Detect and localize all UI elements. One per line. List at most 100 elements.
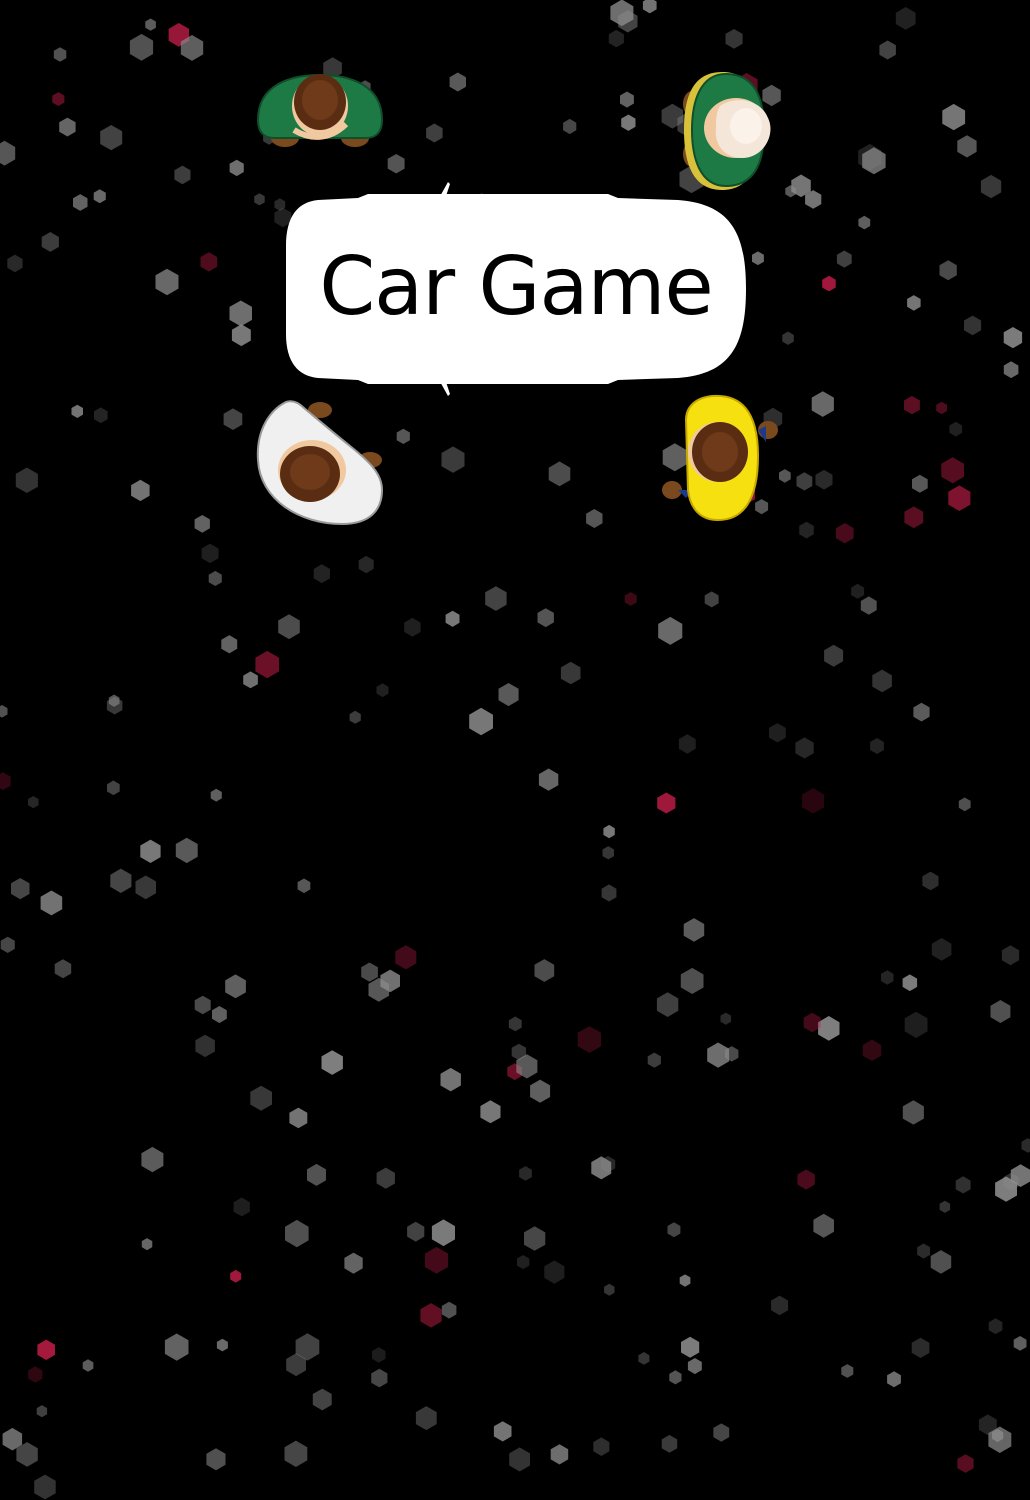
particle bbox=[799, 521, 814, 539]
particle bbox=[469, 707, 493, 736]
particle bbox=[307, 1163, 326, 1186]
particle bbox=[939, 1200, 951, 1213]
particle bbox=[0, 140, 16, 166]
particle bbox=[907, 295, 921, 311]
particle bbox=[229, 159, 244, 177]
particle bbox=[312, 1388, 332, 1411]
particle bbox=[135, 875, 156, 900]
particle bbox=[949, 421, 963, 437]
particle bbox=[376, 683, 389, 698]
particle bbox=[223, 408, 243, 430]
particle bbox=[862, 1039, 882, 1061]
particle bbox=[59, 117, 76, 137]
particle bbox=[509, 1447, 530, 1472]
particle bbox=[141, 1146, 164, 1173]
particle bbox=[449, 72, 466, 92]
particle bbox=[930, 1250, 952, 1274]
particle bbox=[313, 564, 330, 584]
particle bbox=[939, 260, 957, 281]
particle bbox=[818, 1016, 840, 1041]
particle bbox=[621, 114, 636, 131]
particle bbox=[221, 635, 238, 654]
particle bbox=[797, 1169, 815, 1190]
particle bbox=[548, 461, 571, 487]
particle bbox=[815, 469, 833, 490]
particle bbox=[912, 474, 928, 493]
particle bbox=[297, 878, 311, 894]
particle bbox=[813, 1213, 834, 1238]
particle bbox=[534, 959, 555, 982]
game-title: Car Game bbox=[319, 240, 713, 333]
particle bbox=[1013, 1336, 1027, 1351]
particle bbox=[836, 250, 852, 268]
particle bbox=[836, 523, 854, 544]
particle bbox=[936, 401, 947, 415]
particle bbox=[231, 324, 251, 347]
particle bbox=[881, 970, 894, 985]
particle bbox=[895, 7, 916, 30]
particle bbox=[647, 1052, 661, 1068]
particle bbox=[980, 174, 1002, 199]
particle bbox=[638, 1352, 650, 1365]
particle bbox=[371, 1368, 388, 1388]
particle bbox=[358, 555, 374, 574]
particle bbox=[361, 962, 378, 982]
particle bbox=[657, 792, 676, 814]
particle bbox=[344, 1252, 363, 1274]
particle bbox=[395, 945, 417, 970]
particle bbox=[841, 1364, 854, 1378]
particle bbox=[656, 992, 679, 1017]
particle bbox=[851, 583, 865, 599]
person-green-shirt-icon bbox=[256, 73, 384, 147]
particle bbox=[822, 275, 836, 292]
particle bbox=[289, 1107, 308, 1129]
particle bbox=[349, 710, 361, 724]
particle bbox=[955, 1176, 971, 1194]
particle bbox=[194, 995, 211, 1015]
particle bbox=[426, 123, 443, 143]
particle bbox=[537, 608, 554, 628]
person-yellow-shirt-icon bbox=[662, 394, 778, 522]
particle bbox=[1003, 327, 1023, 349]
particle bbox=[661, 1434, 678, 1453]
particle bbox=[680, 967, 704, 994]
particle bbox=[563, 118, 577, 135]
particle bbox=[538, 768, 559, 791]
particle bbox=[1003, 361, 1019, 379]
particle bbox=[407, 1221, 425, 1242]
particle bbox=[37, 1339, 55, 1360]
particle bbox=[769, 723, 786, 743]
particle bbox=[387, 154, 405, 174]
particle bbox=[404, 617, 421, 637]
particle bbox=[243, 671, 258, 689]
particle bbox=[858, 215, 871, 230]
particle bbox=[93, 189, 106, 204]
particle bbox=[208, 570, 222, 586]
particle bbox=[704, 591, 719, 608]
particle bbox=[560, 661, 581, 685]
person-white-shirt-icon bbox=[256, 400, 384, 526]
particle bbox=[604, 1283, 615, 1296]
particle bbox=[225, 974, 246, 999]
particle bbox=[658, 616, 683, 645]
particle bbox=[440, 1067, 461, 1092]
particle bbox=[7, 254, 23, 273]
particle bbox=[194, 515, 210, 533]
particle bbox=[524, 1226, 546, 1251]
particle bbox=[206, 1448, 226, 1471]
particle bbox=[707, 1042, 730, 1068]
particle bbox=[681, 1336, 700, 1358]
particle bbox=[795, 737, 814, 759]
particle bbox=[255, 650, 280, 679]
particle bbox=[200, 252, 218, 272]
particle bbox=[802, 788, 825, 814]
particle bbox=[904, 1011, 928, 1038]
particle bbox=[216, 1338, 228, 1352]
particle bbox=[872, 669, 892, 693]
particle bbox=[904, 395, 920, 415]
particle bbox=[667, 1222, 681, 1238]
particle bbox=[902, 1100, 924, 1125]
particle bbox=[71, 404, 83, 418]
particle bbox=[550, 1444, 569, 1465]
particle bbox=[771, 1295, 789, 1316]
